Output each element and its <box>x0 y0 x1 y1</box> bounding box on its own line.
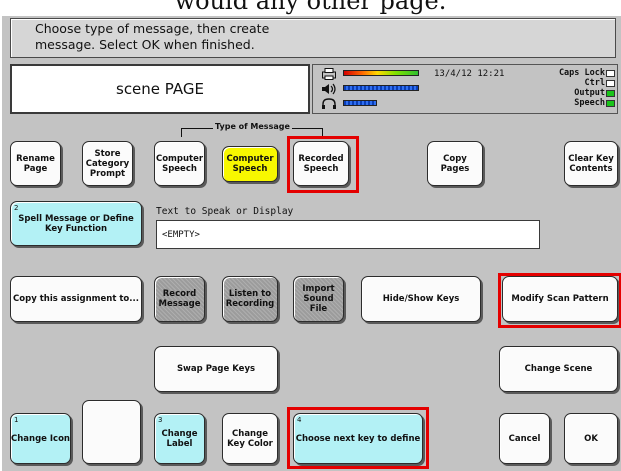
clear-key-contents-button[interactable]: Clear Key Contents <box>564 141 618 186</box>
tts-label: Text to Speak or Display <box>156 206 294 217</box>
caps-lock-label: Caps Lock <box>558 68 605 78</box>
instructions-line-1: Choose type of message, then create <box>35 21 270 36</box>
computer-speech-button[interactable]: Computer Speech <box>154 141 205 186</box>
caps-lock-indicator <box>606 70 615 77</box>
spell-message-button[interactable]: 2 Spell Message or Define Key Function <box>10 201 142 246</box>
headphones-icon[interactable] <box>321 98 337 110</box>
output-indicator <box>606 90 615 97</box>
status-panel: 13/4/12 12:21 Caps Lock Ctrl Output Spee… <box>312 64 618 114</box>
record-message-button[interactable]: Record Message <box>154 276 205 322</box>
ok-button[interactable]: OK <box>564 413 618 464</box>
speaker-icon[interactable] <box>321 83 337 95</box>
ctrl-label: Ctrl <box>584 78 605 88</box>
change-icon-button[interactable]: 1 Change Icon <box>10 413 71 464</box>
change-key-color-button[interactable]: Change Key Color <box>222 413 278 464</box>
change-scene-button[interactable]: Change Scene <box>499 346 618 392</box>
hide-show-keys-button[interactable]: Hide/Show Keys <box>361 276 481 322</box>
change-label-button[interactable]: 3 Change Label <box>154 413 205 464</box>
type-of-message-label: Type of Message <box>213 122 292 131</box>
modify-scan-pattern-highlight <box>498 273 621 328</box>
recorded-speech-highlight <box>287 136 359 193</box>
headphone-volume-slider[interactable] <box>343 100 377 106</box>
printer-icon <box>322 68 336 80</box>
choose-next-key-highlight <box>287 407 429 469</box>
datetime: 13/4/12 12:21 <box>434 69 505 79</box>
instructions-bar: Choose type of message, then create mess… <box>10 18 616 58</box>
import-sound-file-button[interactable]: Import Sound File <box>293 276 344 322</box>
copy-pages-button[interactable]: Copy Pages <box>427 141 483 186</box>
computer-speech-selected-button[interactable]: Computer Speech <box>222 146 278 182</box>
ctrl-indicator <box>606 80 615 87</box>
audio-level-meter <box>343 70 419 76</box>
top-caption: would any other page. <box>0 0 621 16</box>
cancel-button[interactable]: Cancel <box>499 413 550 464</box>
key-editor-window: Choose type of message, then create mess… <box>2 16 621 471</box>
output-label: Output <box>574 88 605 98</box>
volume-slider[interactable] <box>343 85 419 91</box>
speech-label: Speech <box>574 98 605 108</box>
store-category-prompt-button[interactable]: Store Category Prompt <box>82 141 133 186</box>
listen-to-recording-button[interactable]: Listen to Recording <box>222 276 278 322</box>
page-title: scene PAGE <box>10 64 310 114</box>
bracket-left-tick <box>181 128 182 137</box>
copy-assignment-button[interactable]: Copy this assignment to... <box>10 276 142 322</box>
tts-input[interactable] <box>156 220 540 249</box>
swap-page-keys-button[interactable]: Swap Page Keys <box>154 346 278 392</box>
rename-page-button[interactable]: Rename Page <box>10 141 61 186</box>
speech-indicator <box>606 100 615 107</box>
icon-preview[interactable] <box>82 400 141 464</box>
instructions-line-2: message. Select OK when finished. <box>35 37 255 52</box>
